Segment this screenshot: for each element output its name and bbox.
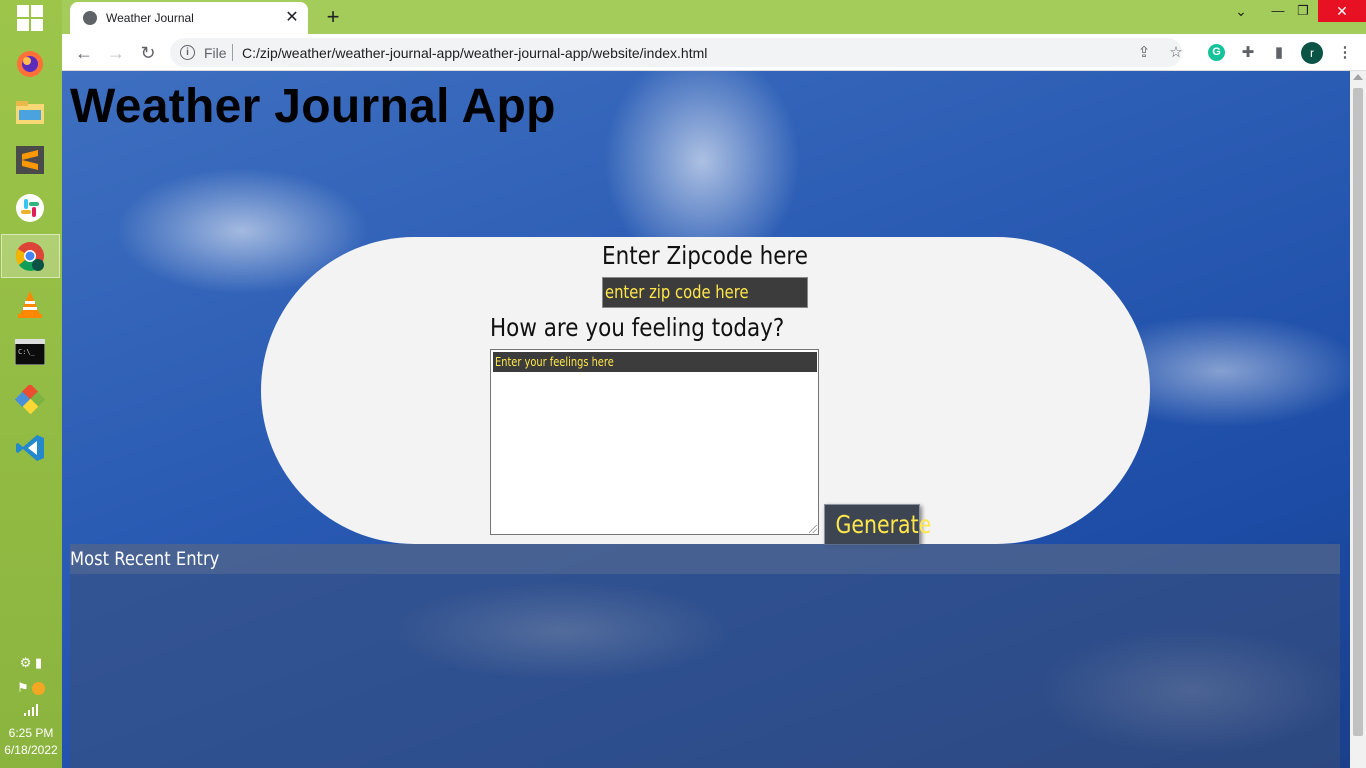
url-text[interactable]: C:/zip/weather/weather-journal-app/weath… (242, 45, 707, 61)
feelings-placeholder-text: Enter your feelings here (495, 355, 614, 369)
browser-toolbar: ← → ↻ i File C:/zip/weather/weather-jour… (62, 34, 1366, 71)
windows-taskbar: C:\_ ⚙ ▮ ⚑ 6:25 PM 6/18/2022 (0, 0, 62, 768)
journal-form: Enter Zipcode here enter zip code here H… (261, 237, 1150, 545)
generate-button[interactable]: Generate (824, 504, 931, 545)
network-icon[interactable]: ⚙ ▮ (20, 655, 42, 670)
page-viewport: Weather Journal App Enter Zipcode here e… (62, 71, 1350, 768)
tab-close-icon[interactable]: ✕ (282, 8, 302, 28)
signal-icon[interactable] (0, 704, 62, 719)
feelings-placeholder: Enter your feelings here (493, 352, 817, 372)
tab-weather-journal[interactable]: Weather Journal ✕ (70, 2, 308, 34)
side-panel-icon[interactable]: ▮ (1269, 43, 1289, 63)
file-scheme-label: File (204, 45, 227, 61)
page-title: Weather Journal App (70, 80, 556, 133)
generate-label: Generate (835, 510, 932, 539)
windows-start-icon[interactable] (13, 1, 47, 35)
menu-kebab-icon[interactable]: ⋮ (1335, 43, 1355, 63)
tray-icons: ⚙ ▮ (0, 655, 62, 671)
clock-date[interactable]: 6/18/2022 (0, 743, 62, 757)
feelings-textarea[interactable]: Enter your feelings here (490, 349, 819, 535)
terminal-icon[interactable]: C:\_ (13, 335, 47, 369)
new-tab-button[interactable]: + (320, 4, 346, 30)
zip-placeholder: enter zip code here (605, 282, 749, 303)
forward-arrow-icon[interactable]: → (103, 40, 129, 66)
scroll-thumb[interactable] (1353, 88, 1363, 736)
vlc-icon[interactable] (13, 287, 47, 321)
grammarly-extension-icon[interactable]: G (1208, 44, 1225, 61)
bookmark-star-icon[interactable]: ☆ (1166, 44, 1186, 62)
tray-icons-2: ⚑ (0, 680, 62, 696)
file-explorer-icon[interactable] (13, 95, 47, 129)
feelings-label: How are you feeling today? (490, 313, 785, 342)
sublime-text-icon[interactable] (13, 143, 47, 177)
zip-input[interactable]: enter zip code here (602, 277, 808, 308)
tab-title: Weather Journal (106, 11, 194, 25)
url-divider (232, 44, 233, 61)
recent-entry-header: Most Recent Entry (70, 544, 1340, 574)
clock-time[interactable]: 6:25 PM (0, 726, 62, 740)
browser-tabstrip: Weather Journal ✕ + ⌄ — ❐ ✕ (62, 0, 1366, 34)
restore-icon[interactable]: ❐ (1286, 0, 1320, 22)
scroll-up-arrow-icon[interactable] (1353, 74, 1363, 80)
profile-avatar[interactable]: r (1301, 42, 1323, 64)
svg-text:C:\_: C:\_ (18, 348, 36, 356)
chrome-icon[interactable] (13, 239, 47, 273)
update-icon[interactable] (32, 682, 45, 696)
reload-icon[interactable]: ↻ (135, 40, 161, 66)
address-bar[interactable]: i File C:/zip/weather/weather-journal-ap… (170, 38, 1183, 67)
page-scrollbar[interactable] (1350, 71, 1366, 768)
recent-entry-panel: Most Recent Entry (70, 544, 1340, 768)
zip-label: Enter Zipcode here (602, 241, 809, 270)
back-arrow-icon[interactable]: ← (71, 40, 97, 66)
firefox-icon[interactable] (13, 47, 47, 81)
extensions-puzzle-icon[interactable]: ✚ (1238, 43, 1258, 63)
tab-search-chevron-icon[interactable]: ⌄ (1224, 0, 1258, 22)
resize-grip-icon[interactable] (809, 525, 817, 533)
vscode-icon[interactable] (13, 431, 47, 465)
alert-icon[interactable]: ⚑ (17, 680, 29, 695)
window-close-icon[interactable]: ✕ (1318, 0, 1366, 22)
globe-icon (83, 11, 97, 25)
recent-entry-title: Most Recent Entry (70, 548, 220, 570)
git-icon[interactable] (13, 383, 47, 417)
info-icon[interactable]: i (180, 45, 195, 60)
slack-icon[interactable] (13, 191, 47, 225)
share-icon[interactable]: ⇪ (1134, 44, 1154, 62)
